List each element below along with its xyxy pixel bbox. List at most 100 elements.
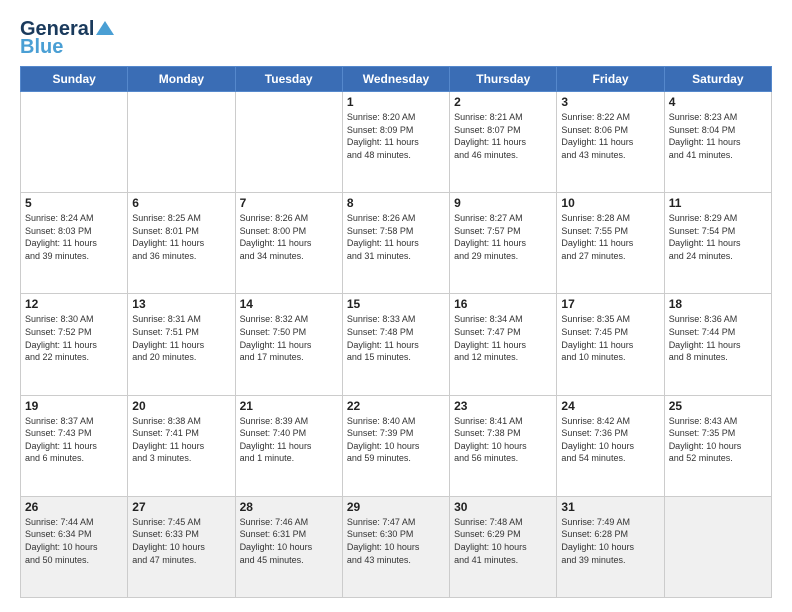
day-info: Sunrise: 7:46 AM Sunset: 6:31 PM Dayligh… xyxy=(240,516,338,566)
calendar-cell: 1 Sunrise: 8:20 AM Sunset: 8:09 PM Daylig… xyxy=(342,92,449,193)
calendar-cell: 15 Sunrise: 8:33 AM Sunset: 7:48 PM Dayli… xyxy=(342,294,449,395)
calendar: SundayMondayTuesdayWednesdayThursdayFrid… xyxy=(20,66,772,598)
calendar-cell: 5 Sunrise: 8:24 AM Sunset: 8:03 PM Daylig… xyxy=(21,193,128,294)
day-number: 3 xyxy=(561,95,659,109)
weekday-header-row: SundayMondayTuesdayWednesdayThursdayFrid… xyxy=(21,67,772,92)
calendar-cell: 11 Sunrise: 8:29 AM Sunset: 7:54 PM Dayli… xyxy=(664,193,771,294)
day-number: 28 xyxy=(240,500,338,514)
day-info: Sunrise: 8:42 AM Sunset: 7:36 PM Dayligh… xyxy=(561,415,659,465)
calendar-cell: 25 Sunrise: 8:43 AM Sunset: 7:35 PM Dayli… xyxy=(664,395,771,496)
day-info: Sunrise: 8:38 AM Sunset: 7:41 PM Dayligh… xyxy=(132,415,230,465)
day-info: Sunrise: 7:45 AM Sunset: 6:33 PM Dayligh… xyxy=(132,516,230,566)
day-number: 4 xyxy=(669,95,767,109)
day-info: Sunrise: 7:49 AM Sunset: 6:28 PM Dayligh… xyxy=(561,516,659,566)
weekday-header-friday: Friday xyxy=(557,67,664,92)
day-info: Sunrise: 8:22 AM Sunset: 8:06 PM Dayligh… xyxy=(561,111,659,161)
weekday-header-saturday: Saturday xyxy=(664,67,771,92)
page: General Blue SundayMondayTuesdayWednesda… xyxy=(0,0,792,612)
day-number: 1 xyxy=(347,95,445,109)
day-info: Sunrise: 8:23 AM Sunset: 8:04 PM Dayligh… xyxy=(669,111,767,161)
calendar-cell: 3 Sunrise: 8:22 AM Sunset: 8:06 PM Daylig… xyxy=(557,92,664,193)
day-number: 27 xyxy=(132,500,230,514)
weekday-header-monday: Monday xyxy=(128,67,235,92)
day-info: Sunrise: 8:43 AM Sunset: 7:35 PM Dayligh… xyxy=(669,415,767,465)
calendar-cell: 12 Sunrise: 8:30 AM Sunset: 7:52 PM Dayli… xyxy=(21,294,128,395)
logo-text-blue: Blue xyxy=(20,36,63,58)
day-number: 17 xyxy=(561,297,659,311)
day-number: 25 xyxy=(669,399,767,413)
calendar-cell: 17 Sunrise: 8:35 AM Sunset: 7:45 PM Dayli… xyxy=(557,294,664,395)
day-number: 22 xyxy=(347,399,445,413)
day-info: Sunrise: 8:30 AM Sunset: 7:52 PM Dayligh… xyxy=(25,313,123,363)
week-row-3: 19 Sunrise: 8:37 AM Sunset: 7:43 PM Dayli… xyxy=(21,395,772,496)
calendar-cell: 13 Sunrise: 8:31 AM Sunset: 7:51 PM Dayli… xyxy=(128,294,235,395)
day-number: 13 xyxy=(132,297,230,311)
day-number: 6 xyxy=(132,196,230,210)
day-info: Sunrise: 8:27 AM Sunset: 7:57 PM Dayligh… xyxy=(454,212,552,262)
day-info: Sunrise: 7:47 AM Sunset: 6:30 PM Dayligh… xyxy=(347,516,445,566)
day-info: Sunrise: 8:24 AM Sunset: 8:03 PM Dayligh… xyxy=(25,212,123,262)
weekday-header-wednesday: Wednesday xyxy=(342,67,449,92)
day-number: 26 xyxy=(25,500,123,514)
calendar-cell: 10 Sunrise: 8:28 AM Sunset: 7:55 PM Dayli… xyxy=(557,193,664,294)
calendar-cell: 30 Sunrise: 7:48 AM Sunset: 6:29 PM Dayli… xyxy=(450,496,557,597)
calendar-cell: 18Sunrise: 8:36 AM Sunset: 7:44 PM Dayli… xyxy=(664,294,771,395)
day-number: 12 xyxy=(25,297,123,311)
calendar-cell: 31 Sunrise: 7:49 AM Sunset: 6:28 PM Dayli… xyxy=(557,496,664,597)
day-info: Sunrise: 8:28 AM Sunset: 7:55 PM Dayligh… xyxy=(561,212,659,262)
calendar-cell: 9 Sunrise: 8:27 AM Sunset: 7:57 PM Daylig… xyxy=(450,193,557,294)
day-info: Sunrise: 8:37 AM Sunset: 7:43 PM Dayligh… xyxy=(25,415,123,465)
calendar-cell: 2Sunrise: 8:21 AM Sunset: 8:07 PM Daylig… xyxy=(450,92,557,193)
calendar-cell: 16Sunrise: 8:34 AM Sunset: 7:47 PM Dayli… xyxy=(450,294,557,395)
week-row-4: 26Sunrise: 7:44 AM Sunset: 6:34 PM Dayli… xyxy=(21,496,772,597)
week-row-1: 5 Sunrise: 8:24 AM Sunset: 8:03 PM Daylig… xyxy=(21,193,772,294)
day-info: Sunrise: 8:25 AM Sunset: 8:01 PM Dayligh… xyxy=(132,212,230,262)
day-number: 10 xyxy=(561,196,659,210)
day-info: Sunrise: 8:39 AM Sunset: 7:40 PM Dayligh… xyxy=(240,415,338,465)
day-number: 5 xyxy=(25,196,123,210)
logo-icon xyxy=(96,19,114,37)
weekday-header-tuesday: Tuesday xyxy=(235,67,342,92)
calendar-cell xyxy=(664,496,771,597)
day-info: Sunrise: 8:33 AM Sunset: 7:48 PM Dayligh… xyxy=(347,313,445,363)
calendar-cell xyxy=(128,92,235,193)
day-info: Sunrise: 8:41 AM Sunset: 7:38 PM Dayligh… xyxy=(454,415,552,465)
calendar-cell: 27 Sunrise: 7:45 AM Sunset: 6:33 PM Dayli… xyxy=(128,496,235,597)
day-info: Sunrise: 8:20 AM Sunset: 8:09 PM Dayligh… xyxy=(347,111,445,161)
day-info: Sunrise: 8:31 AM Sunset: 7:51 PM Dayligh… xyxy=(132,313,230,363)
calendar-cell: 23Sunrise: 8:41 AM Sunset: 7:38 PM Dayli… xyxy=(450,395,557,496)
day-number: 18 xyxy=(669,297,767,311)
calendar-cell: 8Sunrise: 8:26 AM Sunset: 7:58 PM Daylig… xyxy=(342,193,449,294)
day-info: Sunrise: 8:35 AM Sunset: 7:45 PM Dayligh… xyxy=(561,313,659,363)
day-info: Sunrise: 8:29 AM Sunset: 7:54 PM Dayligh… xyxy=(669,212,767,262)
calendar-cell: 20 Sunrise: 8:38 AM Sunset: 7:41 PM Dayli… xyxy=(128,395,235,496)
day-number: 14 xyxy=(240,297,338,311)
day-number: 31 xyxy=(561,500,659,514)
calendar-cell: 19 Sunrise: 8:37 AM Sunset: 7:43 PM Dayli… xyxy=(21,395,128,496)
logo: General Blue xyxy=(20,18,114,58)
day-number: 24 xyxy=(561,399,659,413)
day-number: 11 xyxy=(669,196,767,210)
week-row-2: 12 Sunrise: 8:30 AM Sunset: 7:52 PM Dayli… xyxy=(21,294,772,395)
day-number: 7 xyxy=(240,196,338,210)
calendar-cell: 24 Sunrise: 8:42 AM Sunset: 7:36 PM Dayli… xyxy=(557,395,664,496)
week-row-0: 1 Sunrise: 8:20 AM Sunset: 8:09 PM Daylig… xyxy=(21,92,772,193)
day-info: Sunrise: 8:26 AM Sunset: 7:58 PM Dayligh… xyxy=(347,212,445,262)
day-number: 30 xyxy=(454,500,552,514)
calendar-cell: 21 Sunrise: 8:39 AM Sunset: 7:40 PM Dayli… xyxy=(235,395,342,496)
day-number: 19 xyxy=(25,399,123,413)
calendar-cell: 14Sunrise: 8:32 AM Sunset: 7:50 PM Dayli… xyxy=(235,294,342,395)
calendar-cell: 4 Sunrise: 8:23 AM Sunset: 8:04 PM Daylig… xyxy=(664,92,771,193)
day-number: 16 xyxy=(454,297,552,311)
header: General Blue xyxy=(20,18,772,58)
day-number: 9 xyxy=(454,196,552,210)
calendar-cell xyxy=(235,92,342,193)
day-info: Sunrise: 7:48 AM Sunset: 6:29 PM Dayligh… xyxy=(454,516,552,566)
calendar-cell: 26Sunrise: 7:44 AM Sunset: 6:34 PM Dayli… xyxy=(21,496,128,597)
calendar-cell xyxy=(21,92,128,193)
day-number: 20 xyxy=(132,399,230,413)
day-info: Sunrise: 8:21 AM Sunset: 8:07 PM Dayligh… xyxy=(454,111,552,161)
calendar-cell: 29Sunrise: 7:47 AM Sunset: 6:30 PM Dayli… xyxy=(342,496,449,597)
day-number: 15 xyxy=(347,297,445,311)
day-number: 21 xyxy=(240,399,338,413)
